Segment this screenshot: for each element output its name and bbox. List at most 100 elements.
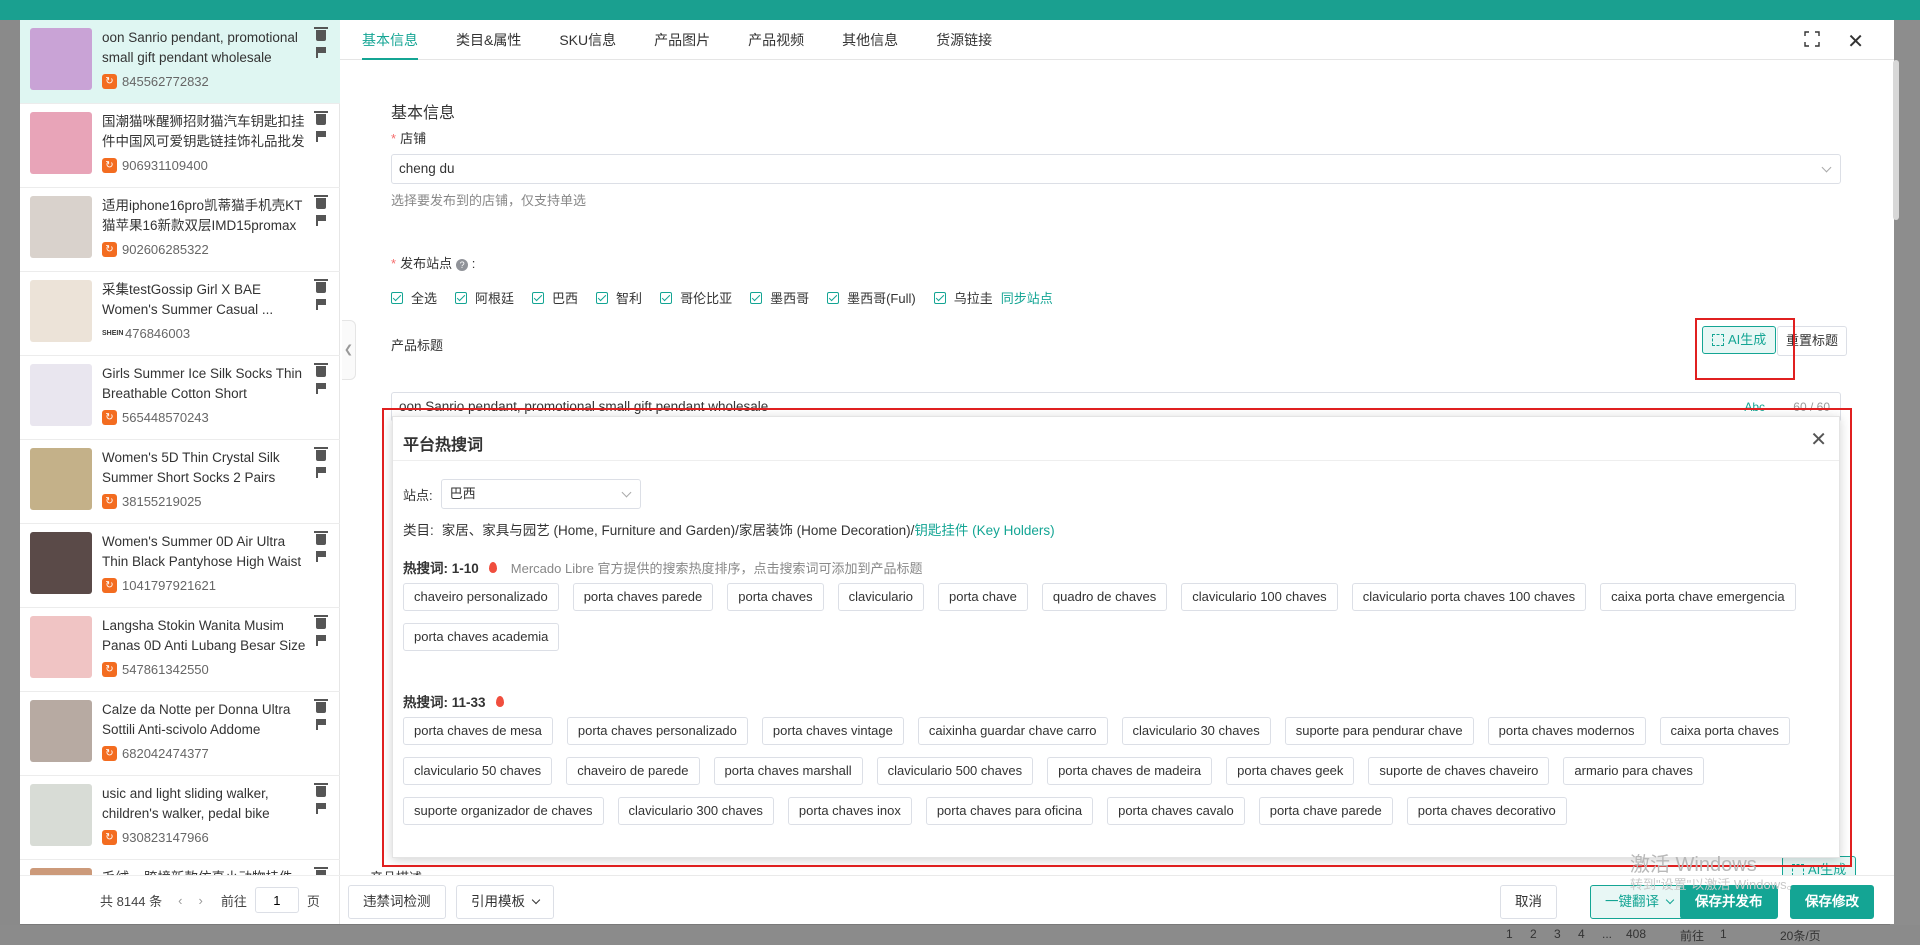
content-scrollbar[interactable] <box>1893 60 1899 220</box>
product-id: ↻ 682042474377 <box>102 746 209 761</box>
product-id: ↻ 547861342550 <box>102 662 209 677</box>
bg-page-last: 408 <box>1626 927 1647 941</box>
product-thumbnail <box>30 784 92 846</box>
delete-icon[interactable] <box>314 111 328 125</box>
list-pager: 共 8144 条 ‹ › 前往 页 <box>20 875 340 924</box>
flag-icon[interactable] <box>316 635 326 646</box>
product-title: 毛绒... 跨境新款仿真小动物挂件 <box>102 868 312 875</box>
bg-page-ellipsis: ... <box>1602 927 1613 941</box>
tab-3[interactable]: 产品图片 <box>654 20 710 60</box>
product-title: 国潮猫咪醒狮招财猫汽车钥匙扣挂件中国风可爱钥匙链挂饰礼品批发 <box>102 114 305 149</box>
flag-icon[interactable] <box>316 47 326 58</box>
highlight-ai-button <box>1695 318 1795 380</box>
product-list-item[interactable]: 国潮猫咪醒狮招财猫汽车钥匙扣挂件中国风可爱钥匙链挂饰礼品批发 ↻ 906931109… <box>20 104 340 188</box>
product-list-item[interactable]: Women's Summer 0D Air Ultra Thin Black P… <box>20 524 340 608</box>
delete-icon[interactable] <box>314 363 328 377</box>
product-list[interactable]: oon Sanrio pendant, promotional small gi… <box>20 20 340 875</box>
product-list-item[interactable]: usic and light sliding walker, children'… <box>20 776 340 860</box>
bg-page-3: 3 <box>1554 927 1561 941</box>
product-title: Girls Summer Ice Silk Socks Thin Breatha… <box>102 366 303 401</box>
flag-icon[interactable] <box>316 383 326 394</box>
1688-source-icon: ↻ <box>102 746 117 761</box>
site-checkbox-5[interactable]: 墨西哥 <box>750 288 809 307</box>
pager-page-input[interactable] <box>254 887 299 913</box>
flag-icon[interactable] <box>316 131 326 142</box>
product-list-item[interactable]: Langsha Stokin Wanita Musim Panas 0D Ant… <box>20 608 340 692</box>
product-id: SHEIN 476846003 <box>102 326 191 341</box>
bg-page-input: 1 <box>1720 927 1727 941</box>
product-list-item[interactable]: 毛绒... 跨境新款仿真小动物挂件↻ <box>20 860 340 875</box>
chevron-down-icon <box>1665 895 1675 905</box>
save-button[interactable]: 保存修改 <box>1790 885 1874 919</box>
flag-icon[interactable] <box>316 215 326 226</box>
product-list-item[interactable]: oon Sanrio pendant, promotional small gi… <box>20 20 340 104</box>
product-list-item[interactable]: Women's 5D Thin Crystal Silk Summer Shor… <box>20 440 340 524</box>
product-thumbnail <box>30 364 92 426</box>
description-label: 产品描述: <box>370 867 426 875</box>
pager-prev-button[interactable]: ‹ <box>178 893 182 908</box>
delete-icon[interactable] <box>314 27 328 41</box>
delete-icon[interactable] <box>314 699 328 713</box>
tab-2[interactable]: SKU信息 <box>559 20 616 60</box>
flag-icon[interactable] <box>316 551 326 562</box>
product-thumbnail <box>30 700 92 762</box>
site-checkbox-6[interactable]: 墨西哥(Full) <box>827 288 916 307</box>
checkbox-checked-icon <box>750 291 763 304</box>
tab-4[interactable]: 产品视频 <box>748 20 804 60</box>
product-thumbnail <box>30 532 92 594</box>
close-modal-icon[interactable]: ✕ <box>1847 29 1864 54</box>
site-checkbox-2[interactable]: 巴西 <box>532 288 578 307</box>
delete-icon[interactable] <box>314 783 328 797</box>
product-id: ↻ 930823147966 <box>102 830 209 845</box>
tab-6[interactable]: 货源链接 <box>936 20 992 60</box>
1688-source-icon: ↻ <box>102 578 117 593</box>
product-list-item[interactable]: 适用iphone16pro凯蒂猫手机壳KT猫苹果16新款双层IMD15proma… <box>20 188 340 272</box>
delete-icon[interactable] <box>314 615 328 629</box>
delete-icon[interactable] <box>314 447 328 461</box>
fullscreen-icon[interactable] <box>1804 31 1820 47</box>
ban-word-check-button[interactable]: 违禁词检测 <box>348 885 446 919</box>
product-title: Women's Summer 0D Air Ultra Thin Black P… <box>102 534 302 569</box>
site-checkbox-4[interactable]: 哥伦比亚 <box>660 288 732 307</box>
tab-5[interactable]: 其他信息 <box>842 20 898 60</box>
product-list-item[interactable]: Calze da Notte per Donna Ultra Sottili A… <box>20 692 340 776</box>
flag-icon[interactable] <box>316 803 326 814</box>
windows-watermark-title: 激活 Windows <box>1630 854 1757 876</box>
flag-icon[interactable] <box>316 467 326 478</box>
product-title: Women's 5D Thin Crystal Silk Summer Shor… <box>102 450 280 485</box>
template-button[interactable]: 引用模板 <box>456 885 554 919</box>
checkbox-checked-icon <box>596 291 609 304</box>
site-checkbox-3[interactable]: 智利 <box>596 288 642 307</box>
tab-0[interactable]: 基本信息 <box>362 20 418 60</box>
store-select[interactable]: cheng du <box>391 154 1841 184</box>
product-list-item[interactable]: 采集testGossip Girl X BAE Women's Summer C… <box>20 272 340 356</box>
site-checkbox-7[interactable]: 乌拉圭 <box>933 288 993 307</box>
1688-source-icon: ↻ <box>102 242 117 257</box>
background-sidebar <box>0 20 20 945</box>
title-label: 产品标题 <box>391 338 444 353</box>
delete-icon[interactable] <box>314 195 328 209</box>
product-title: oon Sanrio pendant, promotional small gi… <box>102 30 298 65</box>
chevron-down-icon <box>1821 162 1832 173</box>
help-icon[interactable]: ? <box>456 259 469 271</box>
product-id: ↻ 1041797921621 <box>102 578 216 593</box>
product-thumbnail <box>30 448 92 510</box>
flag-icon[interactable] <box>316 719 326 730</box>
product-list-item[interactable]: Girls Summer Ice Silk Socks Thin Breatha… <box>20 356 340 440</box>
tab-1[interactable]: 类目&属性 <box>456 20 521 60</box>
delete-icon[interactable] <box>314 531 328 545</box>
checkbox-checked-icon <box>532 291 545 304</box>
section-title: 基本信息 <box>391 105 456 122</box>
sync-sites-link[interactable]: 同步站点 <box>1001 288 1053 307</box>
product-thumbnail <box>30 616 92 678</box>
delete-icon[interactable] <box>314 279 328 293</box>
site-checkbox-0[interactable]: 全选 <box>391 288 437 307</box>
pager-next-button[interactable]: › <box>199 893 203 908</box>
shein-source-icon: SHEIN <box>102 330 124 337</box>
background-header <box>0 0 1920 20</box>
product-thumbnail <box>30 280 92 342</box>
site-checkbox-1[interactable]: 阿根廷 <box>455 288 514 307</box>
flag-icon[interactable] <box>316 299 326 310</box>
pager-goto-label: 前往 <box>220 893 247 909</box>
cancel-button[interactable]: 取消 <box>1500 885 1557 919</box>
